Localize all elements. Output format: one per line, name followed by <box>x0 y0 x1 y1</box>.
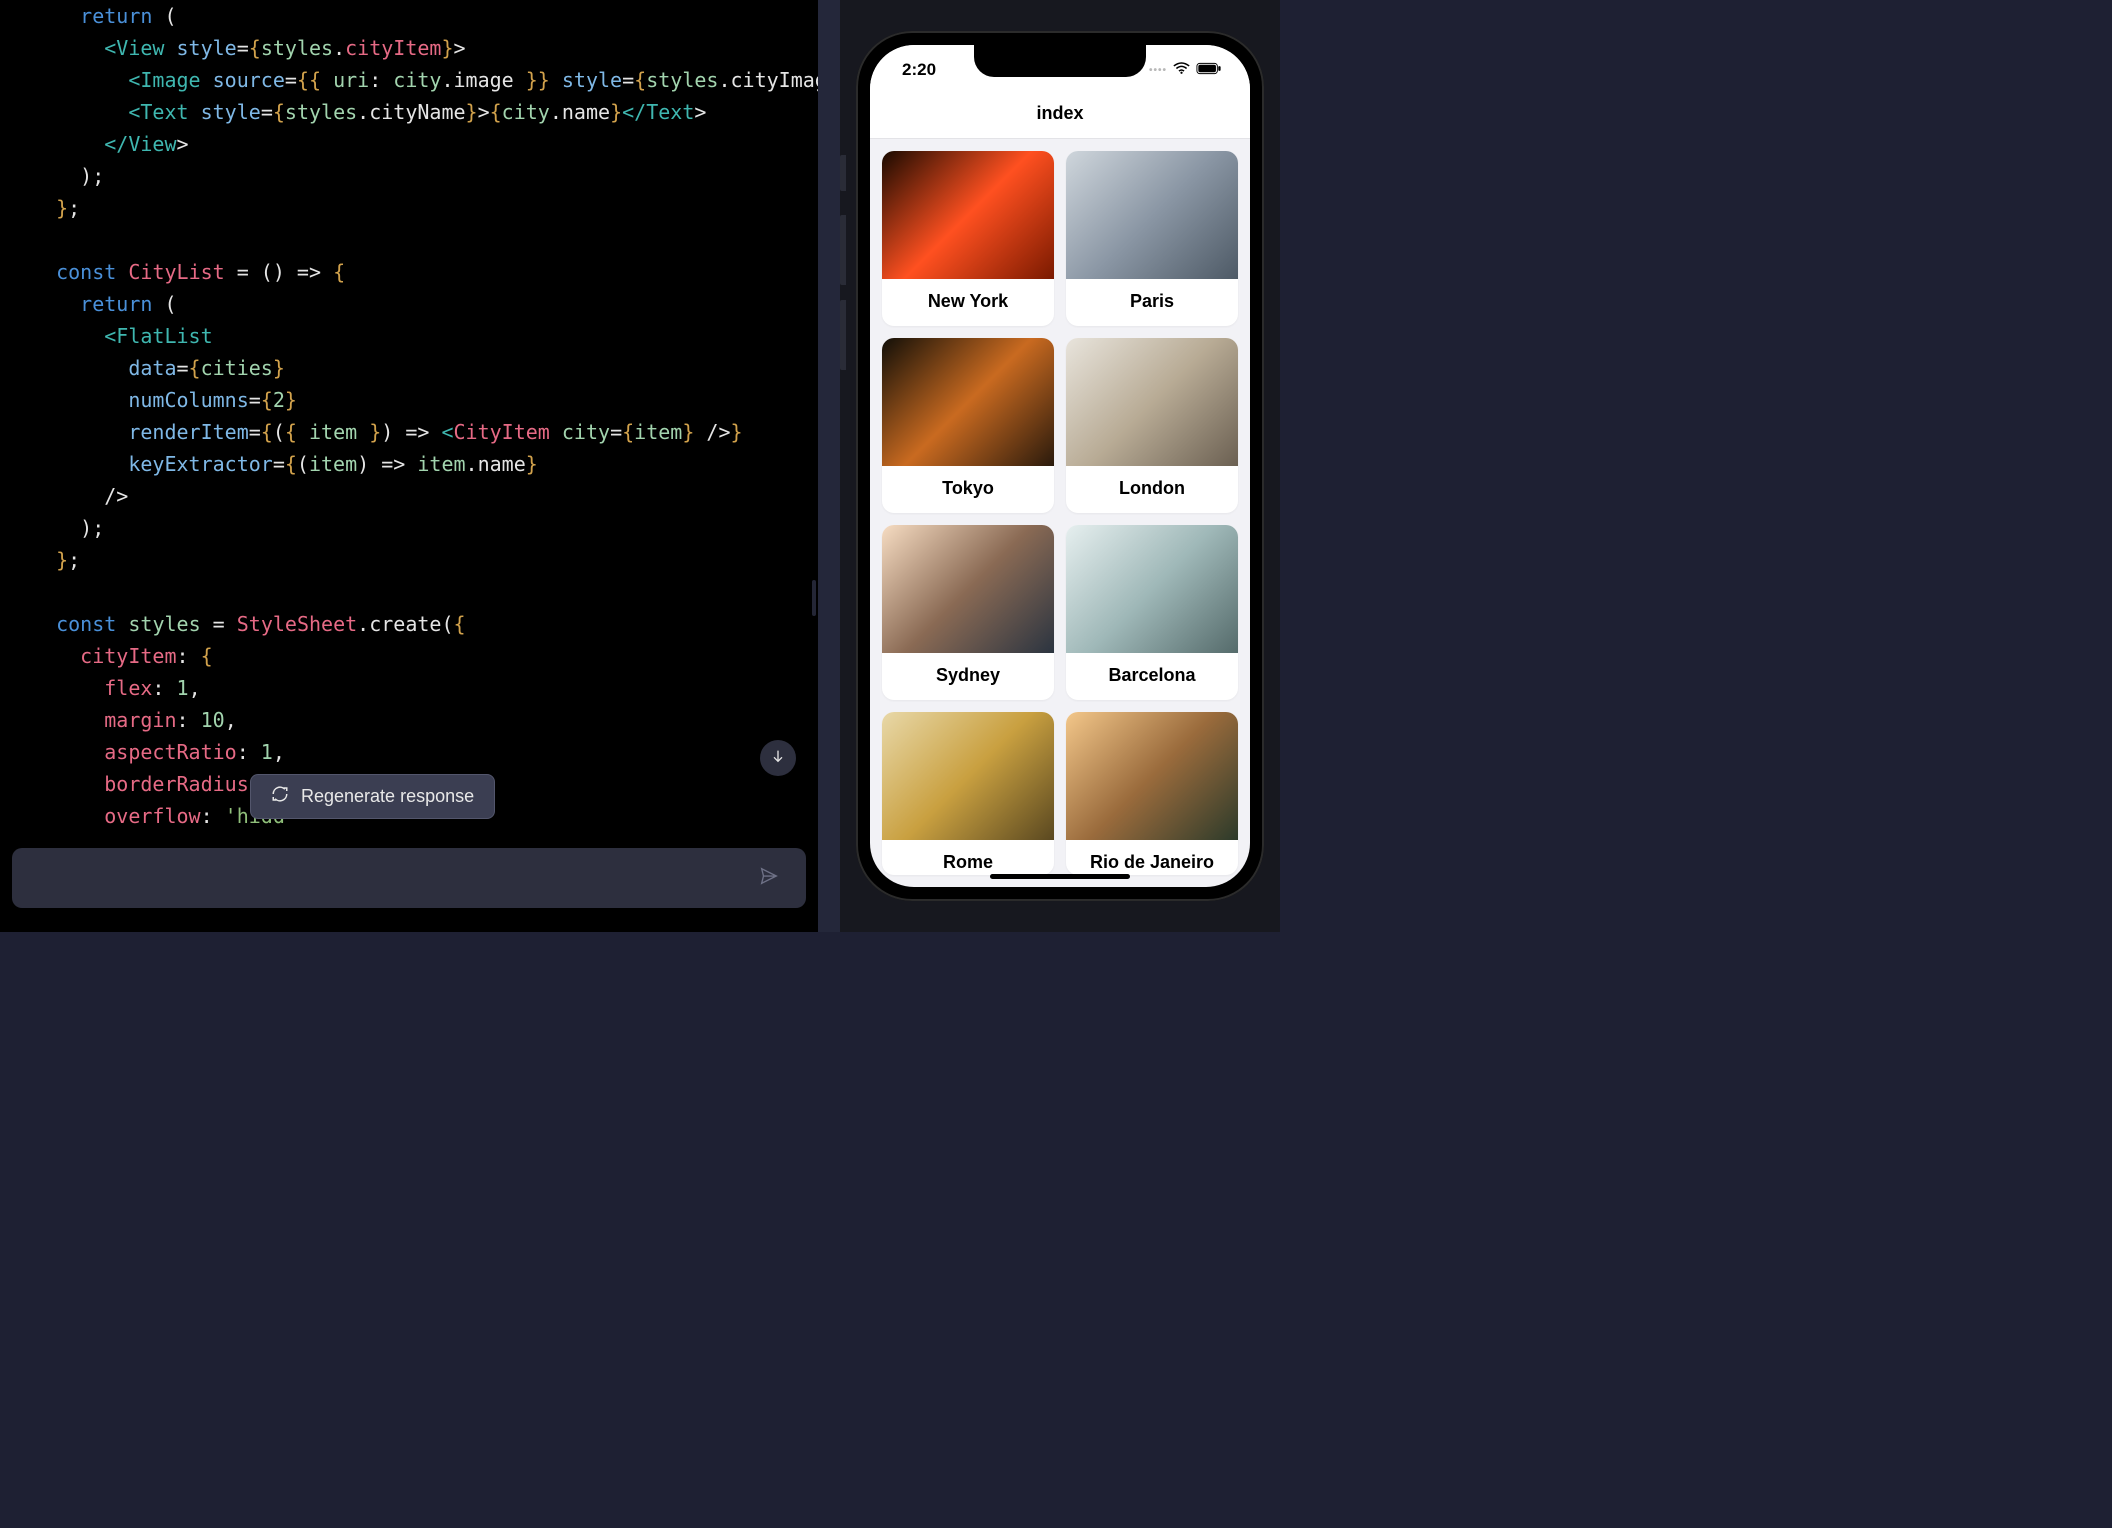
city-thumbnail <box>1066 338 1238 466</box>
city-card[interactable]: Sydney <box>882 525 1054 700</box>
scrollbar-thumb[interactable] <box>812 580 816 616</box>
home-indicator[interactable] <box>990 874 1130 879</box>
city-name-label: New York <box>882 279 1054 326</box>
regenerate-label: Regenerate response <box>301 786 474 807</box>
nav-title: index <box>870 95 1250 139</box>
chat-code-panel: return ( <View style={styles.cityItem}> … <box>0 0 818 932</box>
city-card[interactable]: Paris <box>1066 151 1238 326</box>
phone-frame: 2:20 •••• index New York Paris Tokyo London… <box>856 31 1264 901</box>
simulator-panel: 2:20 •••• index New York Paris Tokyo London… <box>840 0 1280 932</box>
panel-divider <box>818 0 840 932</box>
city-name-label: Paris <box>1066 279 1238 326</box>
phone-side-button <box>840 215 846 285</box>
city-thumbnail <box>882 525 1054 653</box>
city-name-label: Barcelona <box>1066 653 1238 700</box>
city-thumbnail <box>1066 525 1238 653</box>
city-thumbnail <box>882 712 1054 840</box>
message-composer[interactable] <box>12 848 806 908</box>
signal-dots-icon: •••• <box>1149 65 1167 76</box>
regenerate-response-button[interactable]: Regenerate response <box>250 774 495 819</box>
phone-side-button <box>840 155 846 191</box>
scroll-to-bottom-button[interactable] <box>760 740 796 776</box>
code-block: return ( <View style={styles.cityItem}> … <box>32 0 818 832</box>
phone-notch <box>974 45 1146 77</box>
phone-side-button <box>840 300 846 370</box>
city-thumbnail <box>882 151 1054 279</box>
city-name-label: London <box>1066 466 1238 513</box>
phone-screen: 2:20 •••• index New York Paris Tokyo London… <box>870 45 1250 887</box>
city-card[interactable]: Rome <box>882 712 1054 875</box>
status-time: 2:20 <box>902 60 936 80</box>
battery-icon <box>1196 60 1222 80</box>
status-icons: •••• <box>1149 60 1222 80</box>
city-card[interactable]: Tokyo <box>882 338 1054 513</box>
city-name-label: Sydney <box>882 653 1054 700</box>
city-card[interactable]: New York <box>882 151 1054 326</box>
city-card[interactable]: London <box>1066 338 1238 513</box>
city-card[interactable]: Barcelona <box>1066 525 1238 700</box>
city-thumbnail <box>1066 712 1238 840</box>
send-icon[interactable] <box>758 865 780 891</box>
refresh-icon <box>271 785 289 808</box>
city-name-label: Tokyo <box>882 466 1054 513</box>
city-thumbnail <box>1066 151 1238 279</box>
city-name-label: Rio de Janeiro <box>1066 840 1238 875</box>
city-thumbnail <box>882 338 1054 466</box>
city-card[interactable]: Rio de Janeiro <box>1066 712 1238 875</box>
city-name-label: Rome <box>882 840 1054 875</box>
wifi-icon <box>1173 60 1190 80</box>
city-grid[interactable]: New York Paris Tokyo London Sydney Barcelona R… <box>870 139 1250 887</box>
arrow-down-icon <box>770 748 786 768</box>
